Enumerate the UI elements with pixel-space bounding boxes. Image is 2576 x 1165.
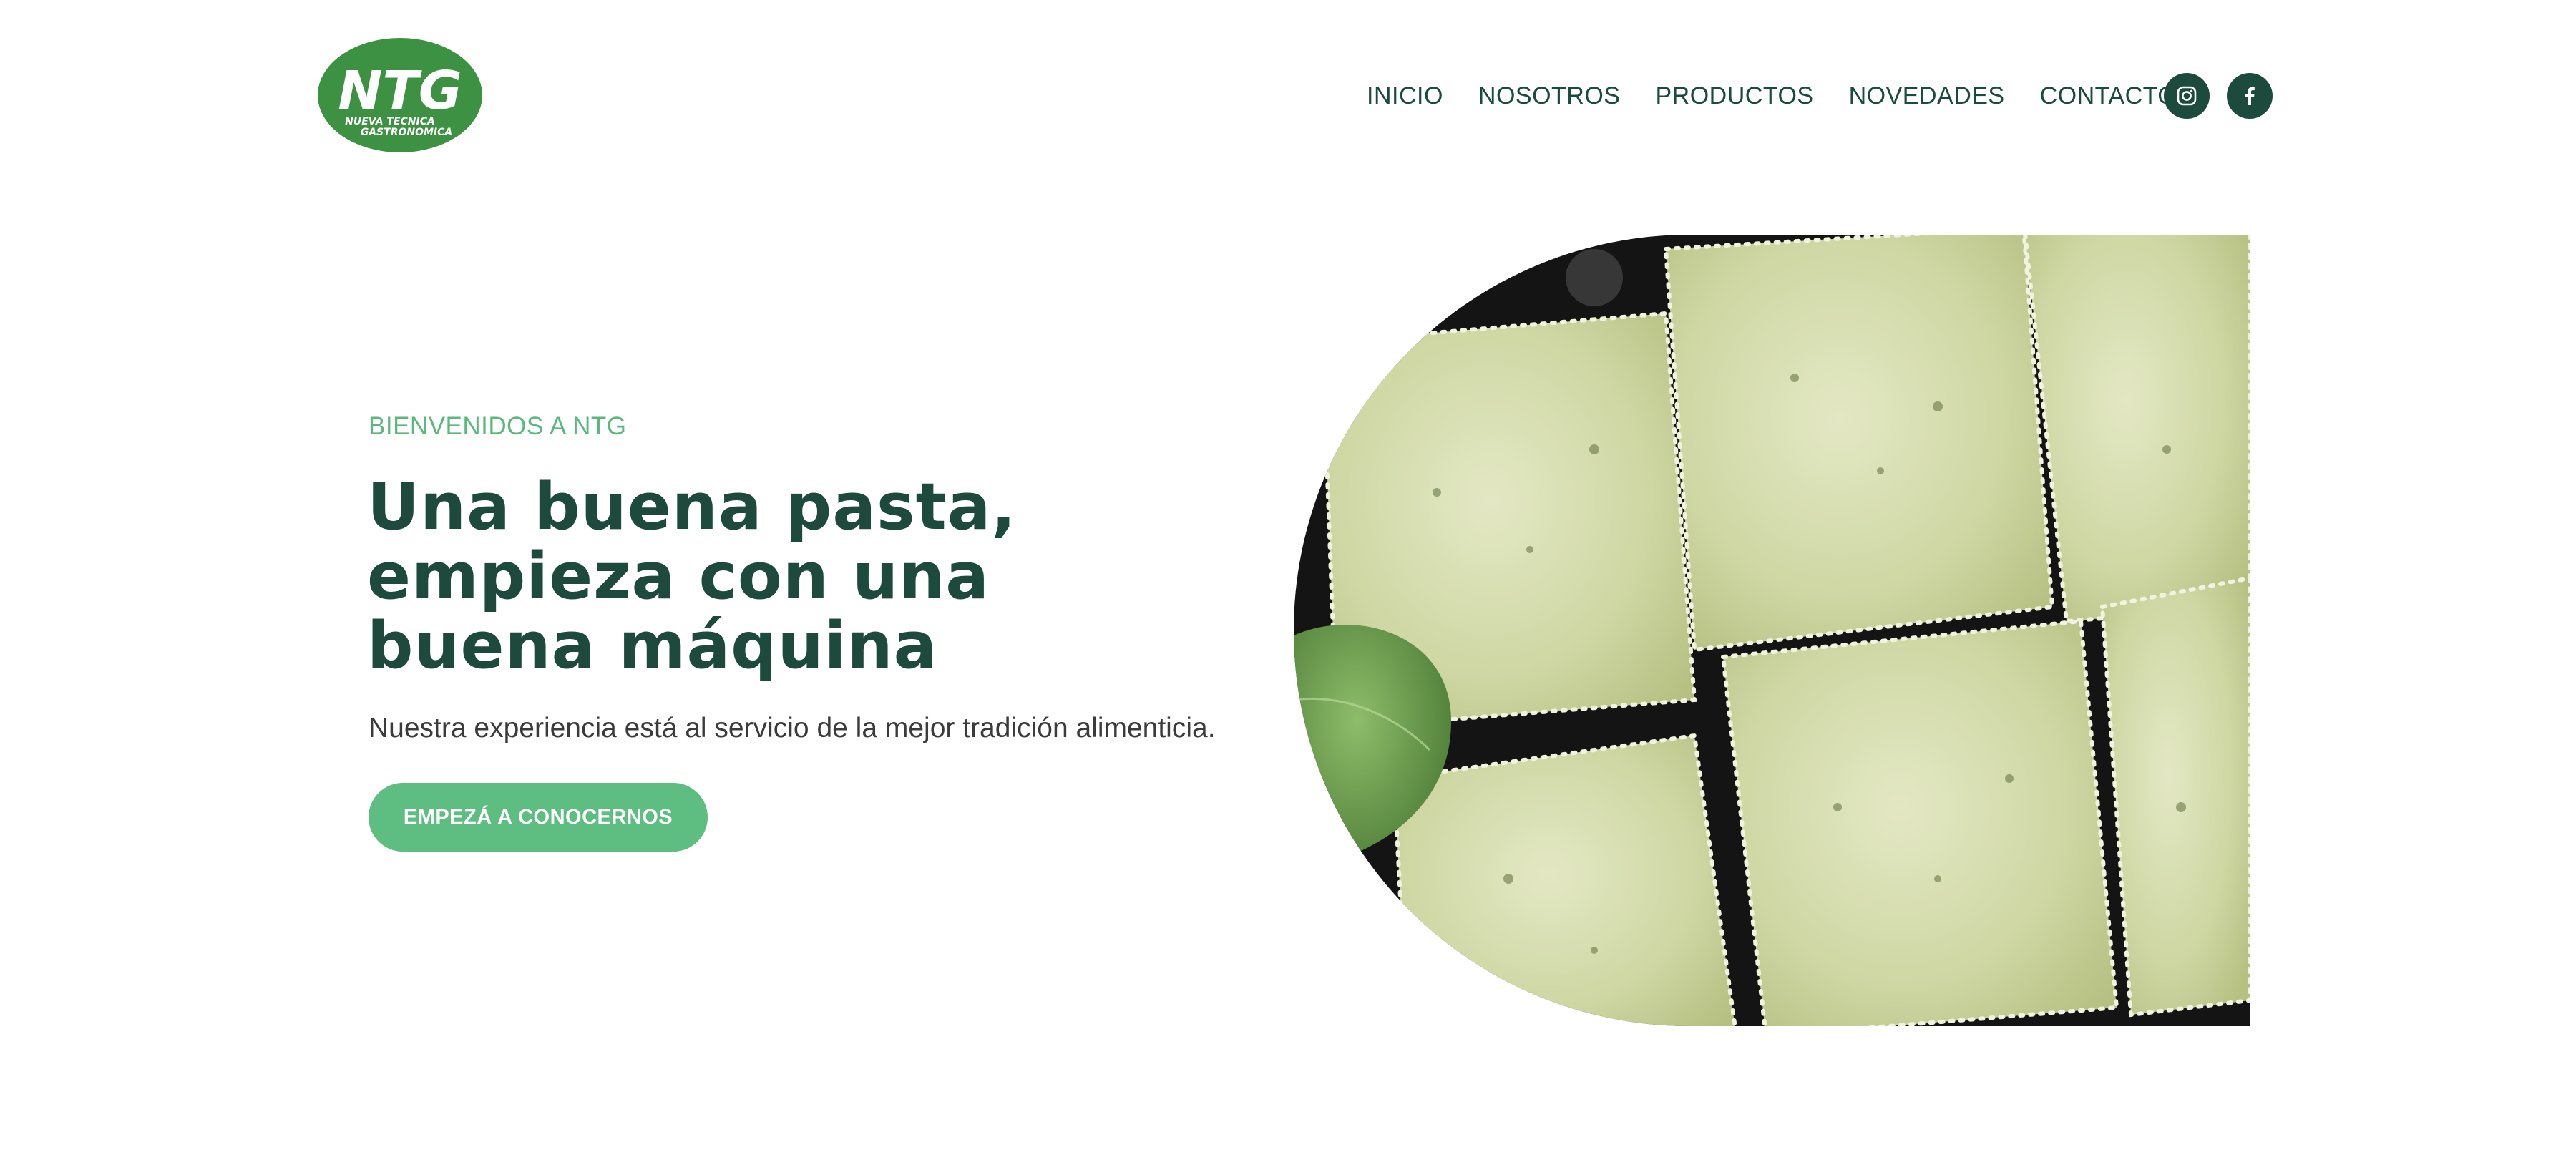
hero-image [1294,235,2250,1026]
ravioli-illustration [1294,235,2250,1026]
headline-line-3: buena máquina [367,608,938,683]
logo-line-2: GASTRONOMICA [361,127,453,138]
main-nav: INICIO NOSOTROS PRODUCTOS NOVEDADES CONT… [1367,77,2177,114]
logo-line-1: NUEVA TECNICA [345,116,435,127]
nav-item-inicio[interactable]: INICIO [1367,82,1443,110]
nav-item-productos[interactable]: PRODUCTOS [1655,82,1813,110]
page: NTG NUEVA TECNICA GASTRONOMICA INICIO NO… [0,0,2576,1165]
instagram-icon [2177,86,2197,106]
logo-graphic: NTG NUEVA TECNICA GASTRONOMICA [318,38,482,152]
hero-subtitle: Nuestra experiencia está al servicio de … [369,713,1216,744]
nav-item-contacto[interactable]: CONTACTO [2040,82,2177,110]
nav-item-novedades[interactable]: NOVEDADES [1849,82,2005,110]
ntg-logo[interactable]: NTG NUEVA TECNICA GASTRONOMICA [317,37,483,153]
instagram-button[interactable] [2164,73,2210,119]
headline-line-1: Una buena pasta, [367,469,1017,545]
logo-initials: NTG [338,60,462,122]
cta-button[interactable]: EMPEZÁ A CONOCERNOS [369,783,708,852]
hero-headline: Una buena pasta, empieza con una buena m… [367,472,1154,681]
headline-line-2: empieza con una [367,539,990,614]
facebook-button[interactable] [2227,73,2273,119]
facebook-icon [2245,87,2255,105]
hero-eyebrow: BIENVENIDOS A NTG [369,412,627,440]
nav-item-nosotros[interactable]: NOSOTROS [1478,82,1621,110]
